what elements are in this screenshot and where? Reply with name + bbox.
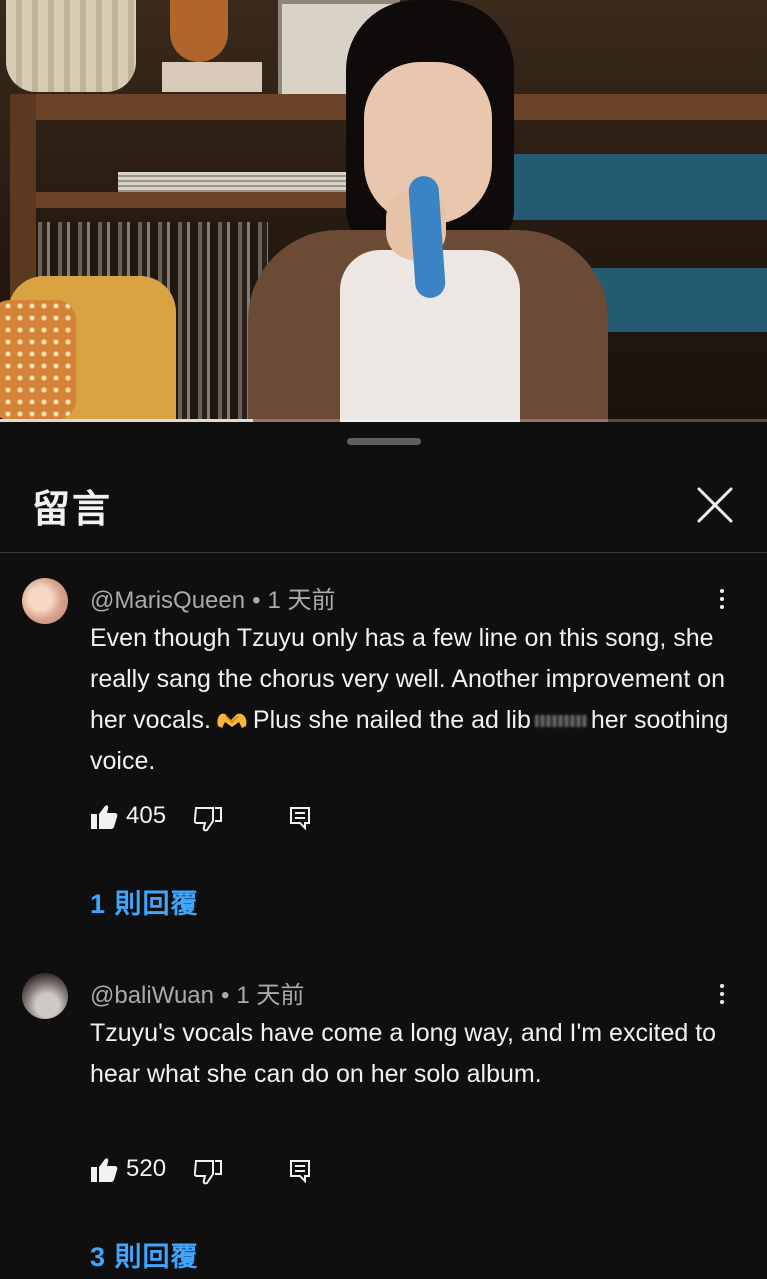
comments-sheet: 留言 @MarisQueen • 1 天前 Even though Tzuyu on… <box>0 424 767 1279</box>
comment-time: 1 天前 <box>236 982 305 1009</box>
redacted-emoji <box>534 715 587 728</box>
comment-author[interactable]: @baliWuan <box>90 982 214 1009</box>
thumbs-down-icon <box>193 807 222 832</box>
meta-separator: • <box>252 587 261 614</box>
like-button[interactable] <box>90 1157 118 1183</box>
avatar[interactable] <box>22 973 68 1019</box>
video-progress-fill <box>0 419 254 422</box>
video-pillow <box>0 300 76 420</box>
close-button[interactable] <box>692 482 738 528</box>
dislike-button[interactable] <box>193 806 222 832</box>
header-divider <box>0 552 767 553</box>
video-player[interactable] <box>0 0 767 422</box>
comment-meta: @baliWuan • 1 天前 <box>90 975 304 1010</box>
view-replies-link[interactable]: 3 則回覆 <box>90 1235 199 1274</box>
meta-separator: • <box>220 982 230 1009</box>
comment-text: Tzuyu's vocals have come a long way, and… <box>90 1019 717 1088</box>
more-options-button[interactable] <box>708 586 736 620</box>
video-books <box>162 62 262 92</box>
comment-icon <box>290 807 310 831</box>
thumbs-up-icon <box>91 1158 118 1182</box>
avatar[interactable] <box>22 578 68 624</box>
comment-icon <box>290 1160 310 1184</box>
video-shelf-middle <box>36 192 376 208</box>
more-options-button[interactable] <box>708 981 736 1015</box>
dislike-button[interactable] <box>193 1159 222 1185</box>
comment-author[interactable]: @MarisQueen <box>90 587 245 614</box>
view-replies-link[interactable]: 1 則回覆 <box>90 882 199 921</box>
more-vert-icon <box>708 984 736 1004</box>
like-count: 405 <box>126 802 167 829</box>
like-button[interactable] <box>90 804 118 830</box>
thumbs-down-icon <box>193 1160 222 1185</box>
sheet-drag-handle[interactable] <box>347 438 421 445</box>
more-vert-icon <box>708 589 736 609</box>
heart-hands-emoji <box>217 713 247 728</box>
comment-text: Even though Tzuyu only has a few line on… <box>90 618 730 782</box>
video-progress-bar[interactable] <box>0 419 767 422</box>
video-blue-drawer <box>498 154 767 220</box>
thumbs-up-icon <box>91 805 118 829</box>
comment-time: 1 天前 <box>267 587 336 614</box>
like-count: 520 <box>126 1155 167 1182</box>
sheet-title: 留言 <box>32 489 113 531</box>
comment-meta: @MarisQueen • 1 天前 <box>90 580 336 615</box>
comment-text-part: Plus she nailed the ad lib <box>252 706 531 734</box>
video-vase <box>6 0 136 92</box>
video-lamp <box>170 0 228 62</box>
reply-button[interactable] <box>288 1159 312 1184</box>
reply-button[interactable] <box>288 806 312 831</box>
video-magazines <box>118 172 350 194</box>
close-icon <box>697 487 733 523</box>
